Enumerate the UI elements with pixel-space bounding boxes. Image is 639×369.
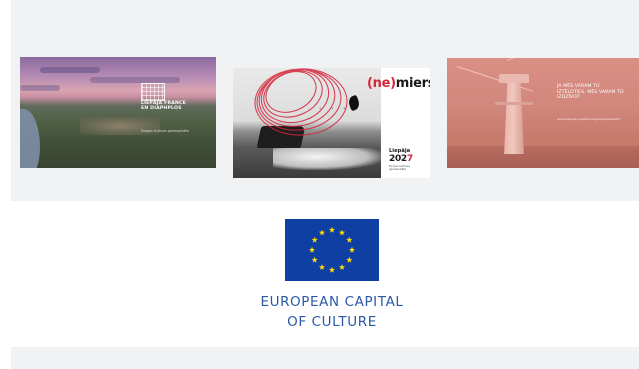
image1-overlay-title: LIEPĀJA FRANCE EN DIAPHPLOS bbox=[141, 101, 186, 112]
year-label: 2027 bbox=[389, 154, 413, 164]
year-suffix: 7 bbox=[406, 154, 413, 164]
cloud-shape bbox=[90, 77, 180, 83]
year-prefix: 202 bbox=[389, 154, 407, 164]
red-circles-graphic bbox=[254, 68, 348, 136]
bw-photo: ˅ ˅ ˅ bbox=[233, 68, 381, 178]
lighthouse-rail bbox=[495, 102, 533, 105]
image3-quote: JA MĒS VARAM TO IZTĒLOTIES, MĒS VARAM TO… bbox=[557, 84, 624, 101]
gallery-image-lighthouse[interactable]: JA MĒS VARAM TO IZTĒLOTIES, MĒS VARAM TO… bbox=[447, 58, 639, 168]
eu-star-icon bbox=[328, 266, 336, 273]
festival-logo-icon bbox=[141, 83, 165, 101]
eu-flag-icon bbox=[285, 219, 379, 281]
ground-shape bbox=[447, 146, 639, 168]
image2-tagline: Eiropas kultūras galvaspilsēta bbox=[389, 165, 410, 171]
eu-star-icon bbox=[311, 236, 318, 243]
eu-star-icon bbox=[328, 226, 336, 233]
eu-star-icon bbox=[346, 256, 353, 263]
page: LIEPĀJA FRANCE EN DIAPHPLOS Eiropas Kult… bbox=[0, 0, 639, 369]
caption-line-2: OF CULTURE bbox=[287, 314, 377, 330]
eu-star-icon bbox=[311, 256, 318, 263]
eu-stars-icon bbox=[308, 226, 356, 273]
cloud-shape bbox=[20, 85, 60, 91]
eu-star-icon bbox=[318, 229, 326, 236]
lighthouse-tower bbox=[504, 82, 524, 154]
gallery-image-aerial[interactable]: LIEPĀJA FRANCE EN DIAPHPLOS Eiropas Kult… bbox=[20, 57, 216, 168]
image1-overlay-subtitle: Eiropas Kultūras galvaspilsēta bbox=[141, 129, 189, 133]
brand-rest: miers bbox=[395, 76, 430, 91]
bottom-band bbox=[11, 347, 639, 369]
eu-star-icon bbox=[338, 229, 346, 236]
eu-star-icon bbox=[348, 246, 356, 253]
nemiers-wordmark: (ne)miers bbox=[367, 76, 430, 91]
brand-prefix: (ne) bbox=[367, 76, 396, 91]
river-shape bbox=[20, 109, 40, 168]
cloud-shape bbox=[40, 67, 100, 73]
gallery-image-nemiers[interactable]: ˅ ˅ ˅ (ne)miers Liepāja 2027 Eiropas kul… bbox=[233, 68, 430, 178]
lighthouse-lantern bbox=[499, 74, 529, 83]
eu-star-icon bbox=[318, 264, 326, 270]
eu-star-icon bbox=[346, 236, 353, 243]
european-capital-of-culture-caption: EUROPEAN CAPITAL OF CULTURE bbox=[232, 292, 432, 332]
image3-small-text: www.liepajaeiropaskulturasgalvaspilseta2… bbox=[557, 117, 621, 121]
wire-line bbox=[507, 58, 573, 61]
eu-star-icon bbox=[338, 264, 346, 270]
eu-star-icon bbox=[308, 246, 316, 253]
caption-line-1: EUROPEAN CAPITAL bbox=[260, 294, 404, 310]
